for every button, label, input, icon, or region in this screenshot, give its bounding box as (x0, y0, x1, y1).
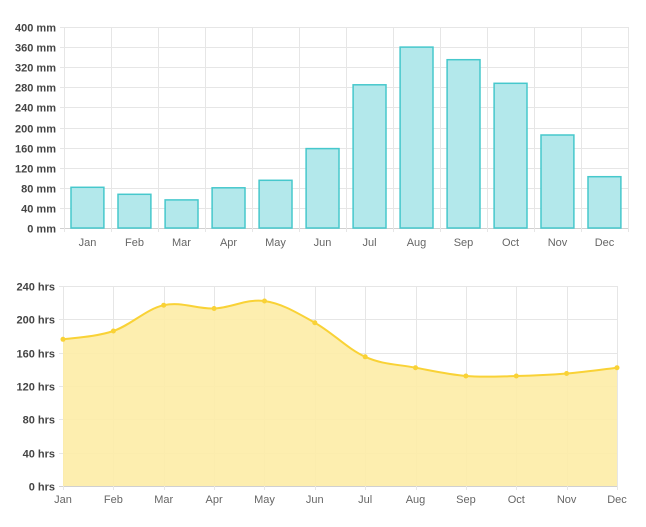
sunshine-area-chart: 0 hrs 40 hrs 80 hrs 120 hrs 160 hrs 200 hrs 24… (0, 262, 646, 527)
x-tick-label: Mar (172, 237, 191, 249)
y-tick-label: 200 hrs (16, 315, 55, 327)
bar-sep (446, 58, 481, 229)
bar-mar (164, 199, 199, 229)
bar-dec (587, 175, 622, 229)
sunshine-area-fill (63, 300, 617, 486)
x-tick-label: Jun (314, 237, 332, 249)
y-tick-label: 80 hrs (23, 415, 55, 427)
y-tick-label: 80 mm (21, 184, 56, 196)
bar-jun (305, 147, 340, 229)
x-tick-label: Dec (607, 494, 627, 506)
y-tick-label: 40 hrs (23, 449, 55, 461)
rainfall-chart-svg: 0 mm 40 mm 80 mm 120 mm 160 mm 200 mm 240 mm 28… (15, 23, 629, 249)
x-tick-label: Apr (206, 494, 223, 506)
data-point-jan (60, 336, 66, 342)
bar-feb (117, 193, 152, 229)
y-tick-label: 160 mm (15, 144, 56, 156)
x-tick-label: Dec (595, 237, 615, 249)
x-tick-label: Aug (407, 237, 427, 249)
x-tick-label: Mar (154, 494, 173, 506)
data-point-jun (312, 320, 318, 326)
x-tick-label: Oct (502, 237, 519, 249)
y-tick-label: 0 mm (27, 224, 56, 236)
bar-apr (211, 187, 246, 229)
y-tick-label: 240 mm (15, 103, 56, 115)
y-tick-label: 120 hrs (16, 382, 55, 394)
bar-jul (352, 84, 387, 229)
data-point-feb (110, 328, 116, 334)
bar-oct (493, 82, 528, 229)
y-tick-label: 120 mm (15, 164, 56, 176)
x-tick-label: Jan (54, 494, 72, 506)
data-point-oct (513, 373, 519, 379)
y-tick-label: 160 hrs (16, 349, 55, 361)
y-tick-label: 0 hrs (29, 482, 55, 494)
data-point-nov (564, 371, 570, 376)
y-tick-label: 360 mm (15, 43, 56, 55)
y-tick-label: 400 mm (15, 23, 56, 35)
x-tick-label: Sep (454, 237, 474, 249)
data-point-may (262, 298, 267, 304)
x-tick-label: Nov (548, 237, 568, 249)
y-tick-label: 40 mm (21, 204, 56, 216)
x-tick-label: Sep (456, 494, 476, 506)
y-tick-label: 240 hrs (16, 282, 55, 294)
y-tick-label: 280 mm (15, 83, 56, 95)
x-tick-label: Feb (125, 237, 144, 249)
x-tick-label: Jul (358, 494, 372, 506)
x-tick-label: Aug (406, 494, 426, 506)
data-point-apr (211, 306, 217, 311)
x-tick-label: Feb (104, 494, 123, 506)
data-point-jul (362, 354, 368, 360)
data-point-dec (614, 365, 620, 371)
x-tick-label: Oct (508, 494, 525, 506)
x-tick-label: Apr (220, 237, 237, 249)
x-tick-label: Nov (557, 494, 577, 506)
bar-nov (540, 134, 575, 229)
x-tick-label: Jan (79, 237, 97, 249)
data-point-mar (161, 302, 167, 308)
y-tick-label: 320 mm (15, 63, 56, 75)
x-tick-label: May (254, 494, 275, 506)
bar-aug (399, 46, 434, 229)
bar-may (258, 179, 293, 229)
data-point-aug (413, 365, 418, 371)
bar-jan (70, 186, 105, 229)
rainfall-bar-chart: 0 mm 40 mm 80 mm 120 mm 160 mm 200 mm 240 mm 28… (0, 0, 646, 262)
data-point-sep (463, 373, 469, 379)
x-tick-label: Jun (306, 494, 324, 506)
y-tick-label: 200 mm (15, 124, 56, 136)
x-tick-label: Jul (362, 237, 376, 249)
sunshine-chart-svg: 0 hrs 40 hrs 80 hrs 120 hrs 160 hrs 200 hrs 24… (16, 282, 627, 507)
x-tick-label: May (265, 237, 286, 249)
